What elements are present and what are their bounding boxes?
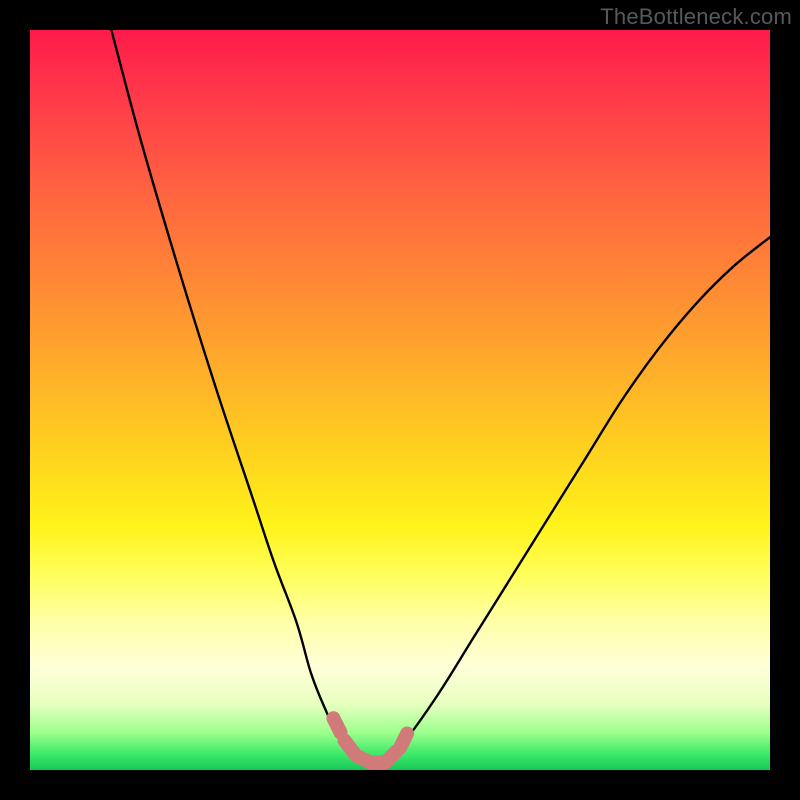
watermark-text: TheBottleneck.com (600, 4, 792, 30)
bottleneck-curve (111, 30, 770, 764)
chart-frame: TheBottleneck.com (0, 0, 800, 800)
bottom-dash-segment (400, 726, 411, 748)
curve-layer (30, 30, 770, 770)
bottom-dash-marker (333, 718, 411, 762)
